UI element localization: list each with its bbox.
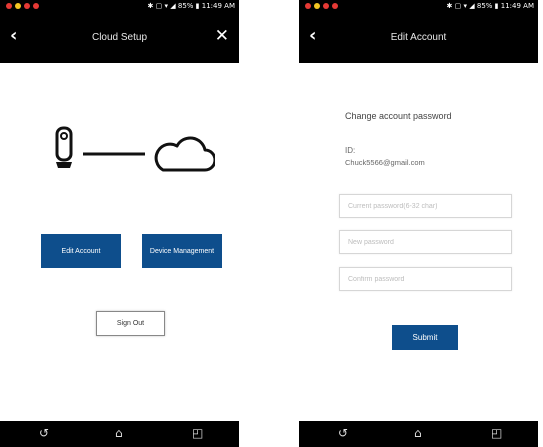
page-title: Cloud Setup (91, 32, 148, 43)
system-icons: ✱ ▢ ▾ ◢ 85% ▮ 11:49 AM (447, 2, 534, 10)
nav-home-icon[interactable]: ⌂ (115, 426, 123, 440)
nfc-icon: ▢ (155, 2, 163, 10)
notification-dot-red-icon (24, 3, 30, 9)
phone-screen-cloud-setup: ✱ ▢ ▾ ◢ 85% ▮ 11:49 AM ‹ Cloud Setup ✕ E… (0, 0, 239, 447)
app-bar: ‹ Edit Account (299, 13, 538, 63)
new-password-field[interactable] (339, 230, 512, 254)
system-nav-bar: ↺ ⌂ ◰ (299, 421, 538, 447)
sign-out-button[interactable]: Sign Out (96, 311, 165, 336)
notification-dot-yellow-icon (15, 3, 21, 9)
battery-percent: 85% (177, 2, 194, 10)
close-icon[interactable]: ✕ (215, 27, 229, 45)
system-icons: ✱ ▢ ▾ ◢ 85% ▮ 11:49 AM (148, 2, 235, 10)
nav-back-icon[interactable]: ↺ (39, 426, 49, 440)
system-nav-bar: ↺ ⌂ ◰ (0, 421, 239, 447)
current-password-field[interactable] (339, 194, 512, 218)
battery-icon: ▮ (195, 2, 200, 10)
notification-dot-red-icon (305, 3, 311, 9)
signal-icon: ◢ (469, 2, 475, 10)
nfc-icon: ▢ (454, 2, 462, 10)
notification-icons (305, 3, 338, 9)
camera-to-cloud-illustration (55, 126, 215, 172)
nav-recents-icon[interactable]: ◰ (491, 426, 502, 440)
phone-screen-edit-account: ✱ ▢ ▾ ◢ 85% ▮ 11:49 AM ‹ Edit Account Ch… (299, 0, 538, 447)
notification-icons (6, 3, 39, 9)
nav-recents-icon[interactable]: ◰ (192, 426, 203, 440)
submit-button[interactable]: Submit (392, 325, 458, 350)
wifi-icon: ▾ (463, 2, 468, 10)
cloud-icon (154, 136, 215, 172)
notification-dot-red-icon (323, 3, 329, 9)
status-bar: ✱ ▢ ▾ ◢ 85% ▮ 11:49 AM (0, 0, 239, 13)
camera-icon (55, 126, 73, 168)
bluetooth-icon: ✱ (147, 2, 154, 10)
status-time: 11:49 AM (201, 2, 235, 10)
device-management-button[interactable]: Device Management (142, 234, 222, 268)
status-time: 11:49 AM (500, 2, 534, 10)
edit-account-button[interactable]: Edit Account (41, 234, 121, 268)
change-password-heading: Change account password (345, 111, 452, 121)
app-bar: ‹ Cloud Setup ✕ (0, 13, 239, 63)
notification-dot-red-icon (332, 3, 338, 9)
notification-dot-red-icon (6, 3, 12, 9)
nav-home-icon[interactable]: ⌂ (414, 426, 422, 440)
battery-icon: ▮ (494, 2, 499, 10)
notification-dot-red-icon (33, 3, 39, 9)
confirm-password-field[interactable] (339, 267, 512, 291)
wifi-icon: ▾ (164, 2, 169, 10)
bluetooth-icon: ✱ (446, 2, 453, 10)
notification-dot-yellow-icon (314, 3, 320, 9)
battery-percent: 85% (476, 2, 493, 10)
status-bar: ✱ ▢ ▾ ◢ 85% ▮ 11:49 AM (299, 0, 538, 13)
page-title: Edit Account (390, 32, 447, 43)
nav-back-icon[interactable]: ↺ (338, 426, 348, 440)
signal-icon: ◢ (170, 2, 176, 10)
account-id-label: ID: (345, 146, 356, 155)
account-id-value: Chuck5566@gmail.com (345, 158, 425, 167)
